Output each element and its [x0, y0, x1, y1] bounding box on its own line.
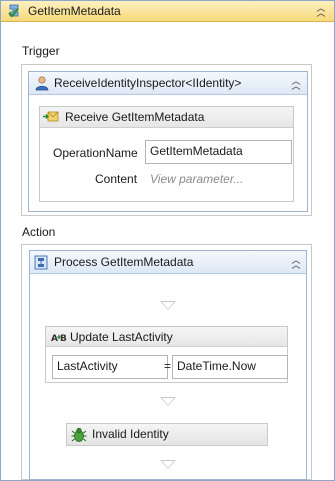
double-chevron-up-icon[interactable]: ︿ ︿ [288, 255, 304, 271]
assign-to-input[interactable]: LastActivity [52, 355, 168, 379]
assign-activity[interactable]: A B Update LastActivity LastActivity = D… [45, 326, 288, 383]
flowchart-icon [34, 255, 48, 270]
inspector-header[interactable]: ReceiveIdentityInspector<IIdentity> ︿ ︿ [29, 72, 307, 95]
workflow-icon [7, 4, 21, 19]
operation-name-input[interactable]: GetItemMetadata [145, 140, 292, 164]
flow-arrow-down-icon [160, 460, 176, 469]
assign-header[interactable]: A B Update LastActivity [46, 327, 287, 347]
invalid-identity-activity[interactable]: Invalid Identity [66, 423, 268, 446]
double-chevron-up-icon[interactable]: ︿ ︿ [313, 3, 329, 19]
receive-title: Receive GetItemMetadata [65, 110, 205, 124]
assign-icon: A B [51, 330, 67, 344]
receive-header[interactable]: Receive GetItemMetadata [40, 107, 293, 128]
envelope-arrow-icon [43, 111, 59, 123]
assign-value-input[interactable]: DateTime.Now [172, 355, 288, 379]
assign-title: Update LastActivity [70, 330, 173, 344]
flowchart-activity: GetItemMetadata ︿ ︿ Trigger ReceiveIdenti… [0, 0, 335, 481]
flow-arrow-down-icon [160, 397, 176, 406]
assign-equals-sign: = [164, 359, 172, 373]
process-title: Process GetItemMetadata [54, 255, 194, 269]
process-flowchart[interactable]: Process GetItemMetadata ︿ ︿ A B Update La… [29, 250, 307, 480]
activity-header[interactable]: GetItemMetadata ︿ ︿ [1, 1, 334, 22]
bug-icon [71, 427, 87, 443]
svg-text:B: B [60, 334, 67, 344]
trigger-label: Trigger [22, 44, 60, 58]
person-icon [34, 75, 50, 91]
content-label: Content [95, 172, 138, 186]
svg-text:A: A [51, 334, 58, 344]
action-label: Action [22, 225, 56, 239]
view-parameter-link[interactable]: View parameter... [150, 172, 243, 186]
invalid-identity-title: Invalid Identity [92, 427, 169, 441]
inspector-title: ReceiveIdentityInspector<IIdentity> [54, 76, 242, 90]
process-header[interactable]: Process GetItemMetadata ︿ ︿ [30, 251, 306, 274]
flow-arrow-down-icon [160, 301, 176, 310]
activity-title: GetItemMetadata [28, 4, 121, 18]
inspector-activity[interactable]: ReceiveIdentityInspector<IIdentity> ︿ ︿ R… [28, 71, 308, 212]
receive-activity[interactable]: Receive GetItemMetadata OperationName Ge… [39, 106, 294, 202]
double-chevron-up-icon[interactable]: ︿ ︿ [288, 76, 304, 92]
operation-name-label: OperationName [53, 146, 138, 160]
